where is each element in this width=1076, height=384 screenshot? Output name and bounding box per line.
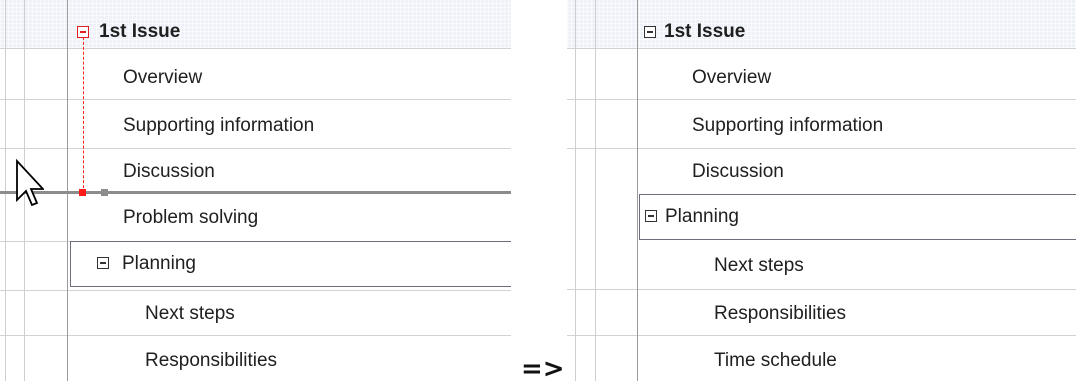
collapse-icon[interactable] — [97, 257, 109, 269]
outline-row-next-steps[interactable]: Next steps — [145, 302, 235, 326]
mouse-pointer-icon — [16, 158, 44, 207]
collapse-icon[interactable] — [644, 26, 656, 38]
drop-level-marker — [101, 189, 108, 196]
outline-row-problem-solving[interactable]: Problem solving — [123, 206, 258, 230]
outline-row-planning-selected[interactable]: Planning — [70, 241, 511, 287]
outline-row-responsibilities[interactable]: Responsibilities — [714, 302, 846, 326]
outline-row-overview[interactable]: Overview — [123, 66, 202, 90]
transition-arrow: => — [521, 354, 565, 384]
outline-row-discussion[interactable]: Discussion — [123, 160, 215, 184]
outline-row-overview[interactable]: Overview — [692, 66, 771, 90]
outline-before-panel: 1st Issue Overview Supporting informatio… — [0, 0, 511, 381]
outline-row-responsibilities[interactable]: Responsibilities — [145, 349, 277, 373]
outline-after-panel: 1st Issue Overview Supporting informatio… — [567, 0, 1076, 381]
outline-row-planning-label: Planning — [665, 206, 739, 227]
outline-row-next-steps[interactable]: Next steps — [714, 254, 804, 278]
outline-row-planning-selected[interactable]: Planning — [639, 194, 1076, 240]
drop-level-guide — [83, 37, 84, 193]
outline-row-discussion[interactable]: Discussion — [692, 160, 784, 184]
header-band — [0, 0, 511, 48]
outline-header-1st-issue[interactable]: 1st Issue — [99, 20, 180, 44]
collapse-icon[interactable] — [645, 210, 657, 222]
outline-row-supporting-information[interactable]: Supporting information — [123, 114, 314, 138]
outline-row-supporting-information[interactable]: Supporting information — [692, 114, 883, 138]
outline-row-planning-label: Planning — [122, 253, 196, 274]
drop-position-line — [0, 191, 511, 194]
drop-level-marker-active — [79, 189, 86, 196]
outline-row-time-schedule[interactable]: Time schedule — [714, 349, 837, 373]
outline-header-1st-issue[interactable]: 1st Issue — [664, 20, 745, 44]
header-band — [567, 0, 1076, 48]
